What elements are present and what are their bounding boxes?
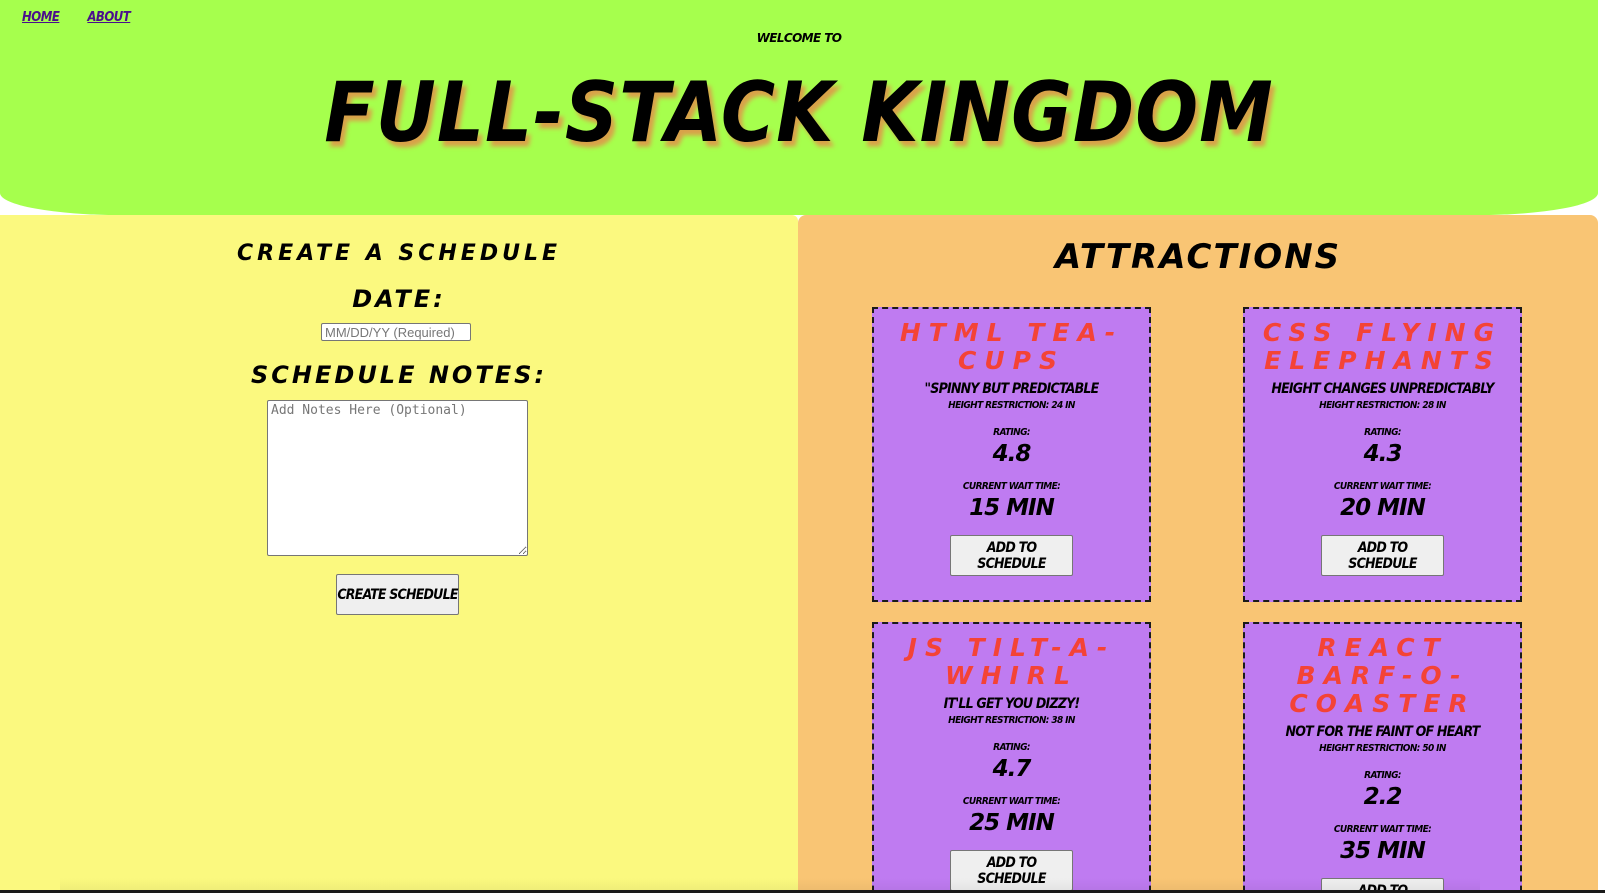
add-to-schedule-button[interactable]: ADD TO SCHEDULE <box>1321 535 1444 576</box>
create-schedule-heading: CREATE A SCHEDULE <box>236 241 562 266</box>
attractions-panel: ATTRACTIONS HTML TEA-CUPS "SPINNY BUT PR… <box>798 215 1598 893</box>
wait-time-value: 35 MIN <box>1340 838 1426 864</box>
welcome-text: WELCOME TO <box>756 31 842 45</box>
attraction-description: "SPINNY BUT PREDICTABLE <box>924 381 1100 397</box>
rating-label: RATING: <box>1364 770 1401 781</box>
page: HOME ABOUT WELCOME TO FULL-STACK KINGDOM … <box>0 0 1605 893</box>
nav-home-link[interactable]: HOME <box>22 10 60 25</box>
top-nav: HOME ABOUT <box>22 6 158 25</box>
date-input[interactable] <box>321 323 471 341</box>
schedule-panel: CREATE A SCHEDULE DATE: SCHEDULE NOTES: … <box>0 215 798 893</box>
height-restriction: HEIGHT RESTRICTION: 50 IN <box>1319 743 1446 754</box>
rating-label: RATING: <box>993 742 1030 753</box>
schedule-notes-textarea[interactable] <box>267 400 528 556</box>
wait-time-value: 20 MIN <box>1340 495 1426 521</box>
wait-time-value: 15 MIN <box>969 495 1055 521</box>
create-schedule-button[interactable]: CREATE SCHEDULE <box>336 574 459 615</box>
site-header: HOME ABOUT WELCOME TO FULL-STACK KINGDOM <box>0 0 1598 215</box>
rating-label: RATING: <box>1364 427 1401 438</box>
add-to-schedule-button[interactable]: ADD TO SCHEDULE <box>950 535 1073 576</box>
wait-time-label: CURRENT WAIT TIME: <box>962 481 1061 492</box>
site-title: FULL-STACK KINGDOM <box>324 64 1274 162</box>
rating-value: 4.8 <box>992 441 1032 467</box>
attraction-description: IT'LL GET YOU DIZZY! <box>943 696 1080 712</box>
attraction-description: HEIGHT CHANGES UNPREDICTABLY <box>1271 381 1494 397</box>
height-restriction: HEIGHT RESTRICTION: 24 IN <box>948 400 1075 411</box>
attraction-name: JS TILT-A-WHIRL <box>907 633 1116 690</box>
attraction-description: NOT FOR THE FAINT OF HEART <box>1285 724 1481 740</box>
attraction-name: HTML TEA-CUPS <box>899 318 1124 375</box>
date-label: DATE: <box>352 285 446 313</box>
rating-value: 4.7 <box>992 756 1032 782</box>
height-restriction: HEIGHT RESTRICTION: 38 IN <box>948 715 1075 726</box>
add-to-schedule-button[interactable]: ADD TO SCHEDULE <box>950 850 1073 891</box>
attraction-card: JS TILT-A-WHIRL IT'LL GET YOU DIZZY! HEI… <box>872 622 1151 893</box>
schedule-notes-label: SCHEDULE NOTES: <box>251 361 547 389</box>
attraction-name: CSS FLYING ELEPHANTS <box>1262 318 1503 375</box>
rating-value: 2.2 <box>1363 784 1403 810</box>
rating-value: 4.3 <box>1363 441 1403 467</box>
attraction-card: CSS FLYING ELEPHANTS HEIGHT CHANGES UNPR… <box>1243 307 1522 602</box>
window-right-edge <box>1598 0 1605 893</box>
wait-time-value: 25 MIN <box>969 810 1055 836</box>
wait-time-label: CURRENT WAIT TIME: <box>962 796 1061 807</box>
wait-time-label: CURRENT WAIT TIME: <box>1333 824 1432 835</box>
rating-label: RATING: <box>993 427 1030 438</box>
nav-about-link[interactable]: ABOUT <box>87 10 130 25</box>
height-restriction: HEIGHT RESTRICTION: 28 IN <box>1319 400 1446 411</box>
attraction-card: REACT BARF-O-COASTER NOT FOR THE FAINT O… <box>1243 622 1522 893</box>
attractions-heading: ATTRACTIONS <box>1054 237 1342 277</box>
attraction-name: REACT BARF-O-COASTER <box>1289 633 1476 718</box>
attraction-card: HTML TEA-CUPS "SPINNY BUT PREDICTABLE HE… <box>872 307 1151 602</box>
wait-time-label: CURRENT WAIT TIME: <box>1333 481 1432 492</box>
